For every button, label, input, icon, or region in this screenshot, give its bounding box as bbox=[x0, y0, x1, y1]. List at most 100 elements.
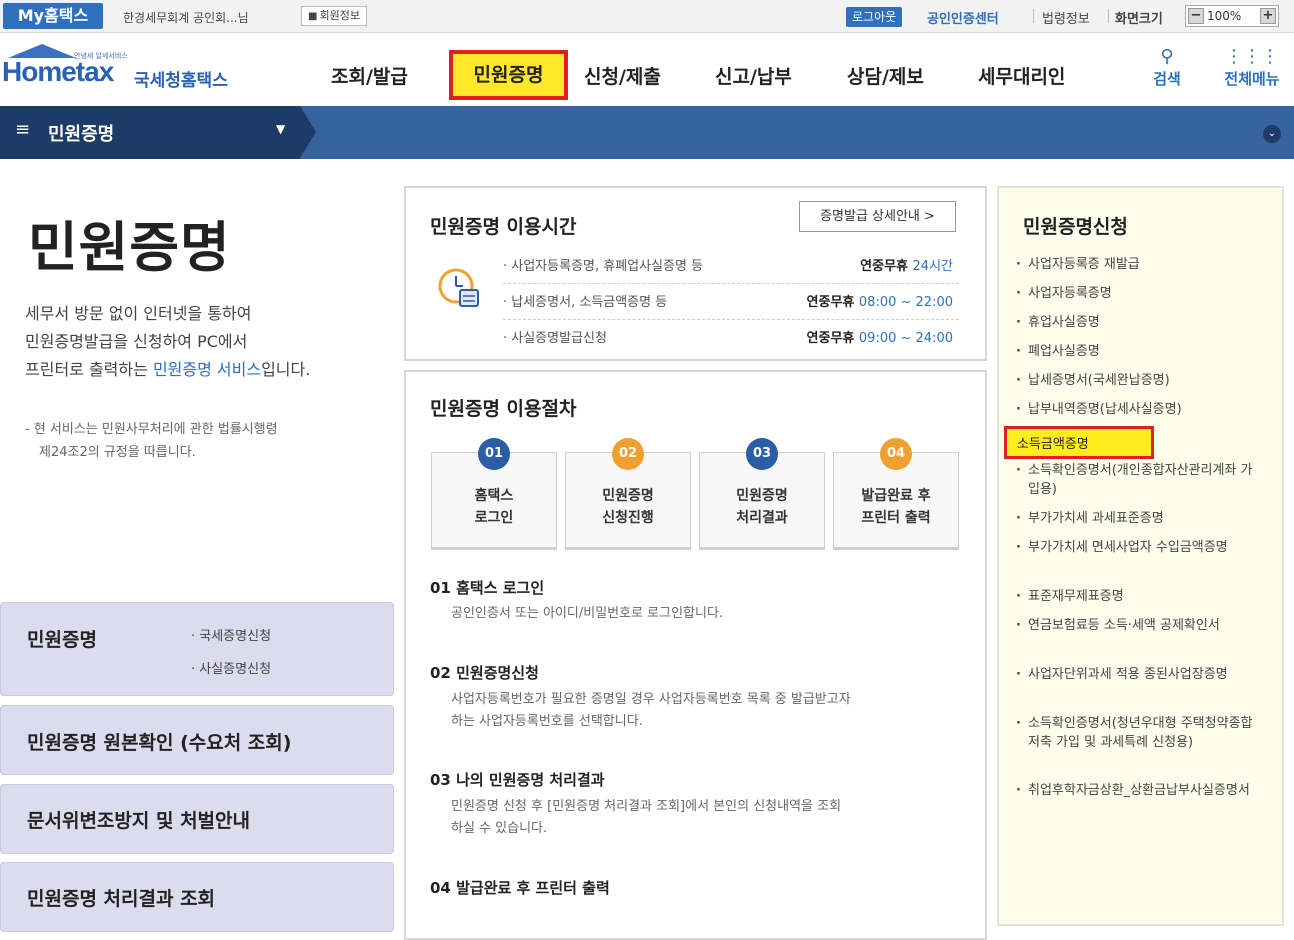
hours-row-name: · 사실증명발급신청 bbox=[503, 331, 607, 346]
gnb-consult[interactable]: 상담/제보 bbox=[847, 62, 924, 89]
step-number-badge: 02 bbox=[612, 438, 644, 470]
cert-link[interactable]: 소득확인증명서(청년우대형 주택청약종합저축 가입 및 과세특례 신청용) bbox=[1014, 714, 1264, 752]
text-line: 민원증명 신청 후 [민원증명 처리결과 조회]에서 본인의 신청내역을 조회 bbox=[451, 799, 842, 814]
procedure-step-heading: 02 민원증명신청 bbox=[430, 664, 539, 682]
step-label: 민원증명 신청진행 bbox=[602, 488, 654, 526]
cert-link[interactable]: 휴업사실증명 bbox=[1014, 313, 1264, 332]
law-info-link[interactable]: 법령정보 bbox=[1042, 8, 1090, 27]
gnb-tax-agent[interactable]: 세무대리인 bbox=[978, 62, 1065, 89]
step-number-badge: 01 bbox=[478, 438, 510, 470]
hometax-logo[interactable]: 안녕세 알세서비스 Hometax 국세청홈택스 bbox=[2, 44, 242, 96]
gnb-inquiry[interactable]: 조회/발급 bbox=[331, 62, 408, 89]
cert-center-link[interactable]: 공인인증센터 bbox=[927, 8, 999, 27]
side-menu-title: 민원증명 처리결과 조회 bbox=[27, 888, 216, 910]
cert-link[interactable]: 납부내역증명(납세사실증명) bbox=[1014, 400, 1264, 419]
income-amount-cert-highlight[interactable]: 소득금액증명 bbox=[1004, 426, 1154, 459]
side-menu-civil-certificate[interactable]: 민원증명 · 국세증명신청 · 사실증명신청 bbox=[0, 602, 394, 696]
cert-link[interactable]: 폐업사실증명 bbox=[1014, 342, 1264, 361]
logo-korean-name: 국세청홈택스 bbox=[134, 71, 228, 91]
cert-link[interactable]: 납세증명서(국세완납증명) bbox=[1014, 371, 1264, 390]
intro-line: 세무서 방문 없이 인터넷을 통하여 bbox=[25, 304, 252, 323]
hours-prefix: 연중무휴 bbox=[806, 295, 859, 310]
section-nav-bar: ≡ 민원증명 ▼ bbox=[0, 106, 1294, 159]
zoom-out-button[interactable]: − bbox=[1188, 8, 1204, 24]
section-title: 민원증명 bbox=[48, 124, 115, 145]
law-note: - 현 서비스는 민원사무처리에 관한 법률시행령 제24조2의 규정을 따릅니… bbox=[25, 418, 365, 464]
cert-link[interactable]: 표준재무제표증명 bbox=[1014, 587, 1264, 606]
search-icon: ⚲ bbox=[1160, 46, 1174, 67]
intro-text: 세무서 방문 없이 인터넷을 통하여 민원증명발급을 신청하여 PC에서 프린터… bbox=[25, 300, 385, 384]
text-line: 하는 사업자등록번호를 선택합니다. bbox=[451, 714, 643, 729]
divider bbox=[1108, 9, 1109, 23]
gnb-application[interactable]: 신청/제출 bbox=[584, 62, 661, 89]
side-menu-title: 민원증명 원본확인 (수요처 조회) bbox=[27, 732, 292, 754]
nav-arrow bbox=[300, 106, 316, 158]
member-info-button[interactable]: ■ 회원정보 bbox=[301, 6, 367, 26]
hours-time-value: 09:00 ~ 24:00 bbox=[858, 331, 953, 346]
text-line: 하실 수 있습니다. bbox=[451, 821, 548, 836]
user-greeting: 한경세무회계 공인회...님 bbox=[123, 11, 249, 25]
zoom-control: − 100% + bbox=[1185, 5, 1279, 27]
step-number-badge: 03 bbox=[746, 438, 778, 470]
hours-row: · 사업자등록증명, 휴폐업사실증명 등 연중무휴 24시간 bbox=[503, 250, 959, 284]
side-menu-title: 민원증명 bbox=[27, 629, 97, 651]
caret-down-icon: ▼ bbox=[276, 122, 286, 136]
step-label: 민원증명 처리결과 bbox=[736, 488, 788, 526]
member-info-label: 회원정보 bbox=[319, 9, 360, 22]
page-title: 민원증명 bbox=[28, 216, 231, 279]
my-hometax-button[interactable]: My홈택스 bbox=[3, 3, 103, 29]
procedure-title: 민원증명 이용절차 bbox=[430, 398, 577, 420]
logout-button[interactable]: 로그아웃 bbox=[846, 7, 903, 27]
intro-line: 프린터로 출력하는 민원증명 서비스입니다. bbox=[25, 356, 385, 384]
hours-time-value: 24시간 bbox=[912, 259, 953, 274]
cert-link[interactable]: 사업자단위과세 적용 종된사업장증명 bbox=[1014, 665, 1264, 684]
cert-link[interactable]: 취업후학자금상환_상환금납부사실증명서 bbox=[1014, 781, 1264, 800]
cert-link[interactable]: 부가가치세 면세사업자 수입금액증명 bbox=[1014, 538, 1264, 557]
section-selector[interactable]: ≡ 민원증명 ▼ bbox=[0, 106, 300, 159]
cert-link[interactable]: 소득확인증명서(개인종합자산관리계좌 가입용) bbox=[1014, 461, 1264, 499]
hours-time-value: 08:00 ~ 22:00 bbox=[858, 295, 953, 310]
side-submenu-national-tax[interactable]: · 국세증명신청 bbox=[191, 625, 271, 644]
procedure-step-text: 공인인증서 또는 아이디/비밀번호로 로그인합니다. bbox=[451, 606, 724, 621]
side-menu-result-inquiry[interactable]: 민원증명 처리결과 조회 bbox=[0, 862, 394, 932]
text-line: 사업자등록번호가 필요한 증명일 경우 사업자등록번호 목록 중 발급받고자 bbox=[451, 692, 851, 707]
gnb-filing[interactable]: 신고/납부 bbox=[715, 62, 792, 89]
intro-line: 민원증명발급을 신청하여 PC에서 bbox=[25, 332, 248, 351]
chevron-down-icon[interactable]: ⌄ bbox=[1263, 125, 1281, 143]
zoom-value: 100% bbox=[1207, 9, 1242, 23]
hours-row: · 납세증명서, 소득금액증명 등 연중무휴 08:00 ~ 22:00 bbox=[503, 286, 959, 320]
procedure-step-text: 사업자등록번호가 필요한 증명일 경우 사업자등록번호 목록 중 발급받고자 하… bbox=[451, 689, 951, 733]
zoom-in-button[interactable]: + bbox=[1260, 8, 1276, 24]
procedure-step-heading: 03 나의 민원증명 처리결과 bbox=[430, 771, 605, 789]
intro-text-post: 입니다. bbox=[261, 360, 311, 379]
all-menu-button[interactable]: ⋮⋮⋮ 전체메뉴 bbox=[1222, 46, 1282, 89]
cert-link[interactable]: 사업자등록증명 bbox=[1014, 284, 1264, 303]
procedure-step-heading: 04 발급완료 후 프린터 출력 bbox=[430, 879, 610, 897]
issuance-guide-button[interactable]: 증명발급 상세안내 > bbox=[799, 201, 956, 232]
hours-prefix: 연중무휴 bbox=[860, 259, 913, 274]
person-icon: ■ bbox=[308, 11, 318, 22]
service-link[interactable]: 민원증명 서비스 bbox=[153, 360, 261, 379]
step-number-badge: 04 bbox=[880, 438, 912, 470]
cert-link[interactable]: 부가가치세 과세표준증명 bbox=[1014, 509, 1264, 528]
side-menu-title: 문서위변조방지 및 처벌안내 bbox=[27, 810, 250, 832]
procedure-step-text: 민원증명 신청 후 [민원증명 처리결과 조회]에서 본인의 신청내역을 조회 … bbox=[451, 796, 951, 840]
all-menu-label: 전체메뉴 bbox=[1224, 70, 1280, 88]
hours-row-time: 연중무휴 24시간 bbox=[860, 250, 953, 284]
highlighted-item-label: 소득금액증명 bbox=[1017, 437, 1089, 452]
law-note-line: - 현 서비스는 민원사무처리에 관한 법률시행령 bbox=[25, 422, 278, 437]
hours-row-name: · 사업자등록증명, 휴폐업사실증명 등 bbox=[503, 259, 704, 274]
screen-size-label: 화면크기 bbox=[1115, 12, 1163, 27]
hamburger-icon: ≡ bbox=[15, 119, 31, 140]
side-menu-forgery-prevention[interactable]: 문서위변조방지 및 처벌안내 bbox=[0, 784, 394, 854]
application-panel-title: 민원증명신청 bbox=[1023, 216, 1128, 238]
hours-prefix: 연중무휴 bbox=[806, 331, 859, 346]
cert-link[interactable]: 사업자등록증 재발급 bbox=[1014, 255, 1264, 274]
step-label: 발급완료 후 프린터 출력 bbox=[861, 488, 931, 526]
gnb-civil-certificate[interactable]: 민원증명 bbox=[449, 50, 568, 100]
search-button[interactable]: ⚲ 검색 bbox=[1137, 46, 1197, 89]
cert-link[interactable]: 연금보험료등 소득·세액 공제확인서 bbox=[1014, 616, 1264, 635]
side-menu-original-check[interactable]: 민원증명 원본확인 (수요처 조회) bbox=[0, 705, 394, 775]
logo-wordmark: Hometax bbox=[2, 56, 114, 87]
side-submenu-fact-cert[interactable]: · 사실증명신청 bbox=[191, 658, 271, 677]
